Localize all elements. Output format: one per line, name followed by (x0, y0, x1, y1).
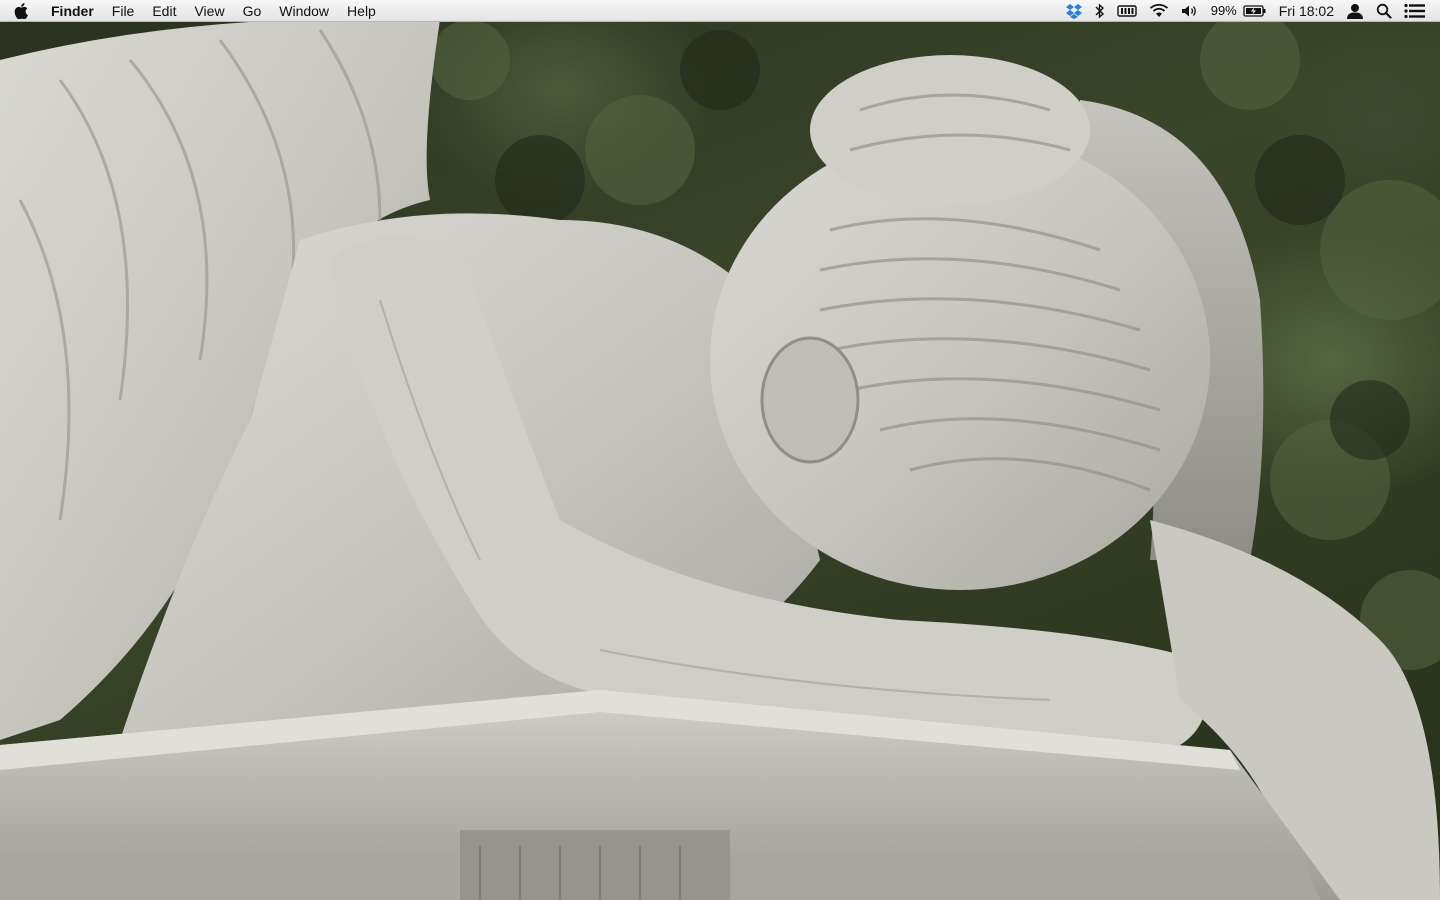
battery-percent[interactable]: 99% (1205, 0, 1243, 22)
menu-edit[interactable]: Edit (143, 0, 185, 22)
wifi-icon[interactable] (1143, 0, 1175, 22)
apple-logo-icon[interactable] (0, 0, 42, 22)
menu-bar-left: Finder File Edit View Go Window Help (0, 0, 385, 22)
battery-icon[interactable] (1243, 0, 1273, 22)
notification-center-icon[interactable] (1398, 0, 1432, 22)
spotlight-icon[interactable] (1370, 0, 1398, 22)
menu-file[interactable]: File (103, 0, 144, 22)
menu-clock[interactable]: Fri 18:02 (1273, 0, 1340, 22)
menu-view[interactable]: View (185, 0, 233, 22)
menu-app-name[interactable]: Finder (42, 0, 103, 22)
menu-help[interactable]: Help (338, 0, 385, 22)
dropbox-icon[interactable] (1059, 0, 1089, 22)
menu-bar: Finder File Edit View Go Window Help 99%… (0, 0, 1440, 22)
menu-go[interactable]: Go (234, 0, 271, 22)
keyboard-icon[interactable] (1111, 0, 1143, 22)
user-icon[interactable] (1340, 0, 1370, 22)
menu-window[interactable]: Window (270, 0, 338, 22)
bluetooth-icon[interactable] (1089, 0, 1111, 22)
volume-icon[interactable] (1175, 0, 1205, 22)
menu-bar-status-area: 99% Fri 18:02 (1059, 0, 1440, 22)
desktop-wallpaper (0, 0, 1440, 900)
angel-statue-illustration (0, 10, 1440, 900)
